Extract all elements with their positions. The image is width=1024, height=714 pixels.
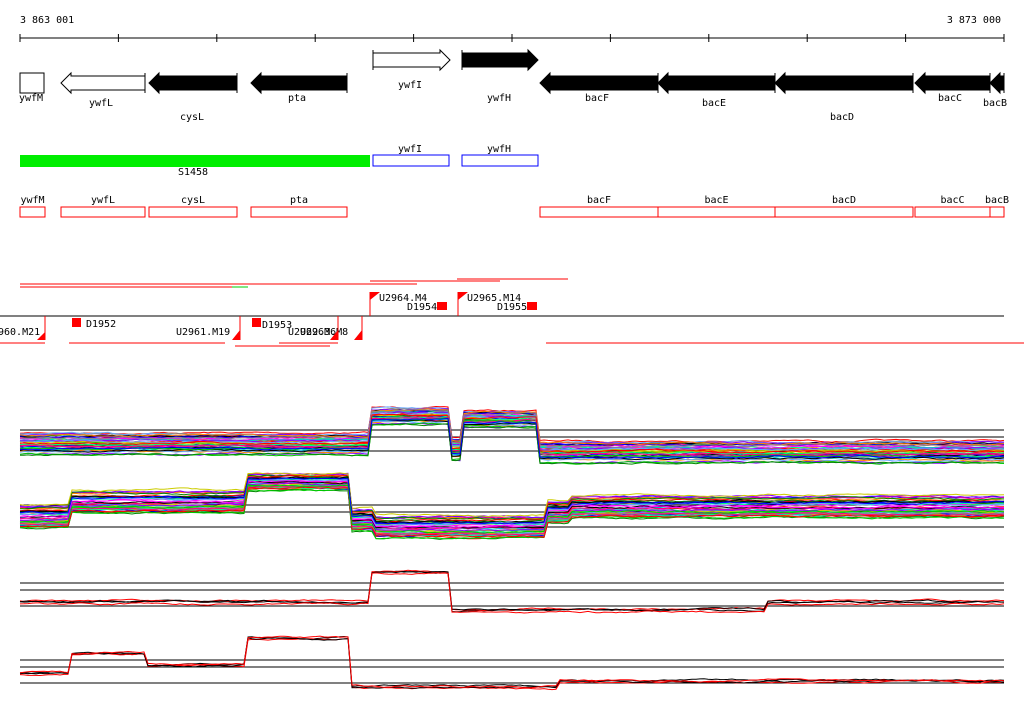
red-box-label: bacD: [832, 195, 856, 206]
expression-line: [19, 572, 1005, 614]
expression-plot-3: [19, 569, 1005, 614]
red-box-cysL[interactable]: [148, 206, 238, 218]
gene-label: ywfH: [487, 93, 511, 104]
feature-marker[interactable]: [527, 302, 537, 310]
gene-bacF-arrow[interactable]: [539, 71, 659, 95]
segment-blue-label: ywfH: [487, 144, 511, 155]
gene-bacD-arrow[interactable]: [774, 71, 914, 95]
red-box-bacF[interactable]: [539, 206, 659, 218]
gene-label: ywfL: [89, 98, 113, 109]
red-box-track: ywfM ywfL cysL pta bacF bacE bacD bacC bacB: [19, 195, 1009, 218]
red-box-ywfL[interactable]: [60, 206, 146, 218]
gene-label: ywfM: [19, 93, 43, 104]
segment-blue-box[interactable]: [461, 154, 539, 167]
feature-label: D1955: [497, 302, 527, 313]
gene-bacE-arrow[interactable]: [657, 71, 776, 95]
segment-blue-label: ywfI: [398, 144, 422, 155]
feature-label: 960.M21: [0, 327, 40, 338]
expression-plot-4: [19, 635, 1005, 691]
genome-browser-canvas[interactable]: 3 863 001 3 873 000 ywfM ywfLcysLptaywfIy…: [0, 0, 1024, 714]
gene-bacC-arrow[interactable]: [914, 71, 991, 95]
gene-pta-arrow[interactable]: [250, 71, 348, 95]
gene-ywfM[interactable]: [19, 72, 45, 94]
red-box-label: bacC: [940, 195, 964, 206]
red-box-bacE[interactable]: [657, 206, 776, 218]
red-box-label: cysL: [181, 195, 205, 206]
expression-line: [19, 635, 1005, 689]
gene-ywfL-arrow[interactable]: [60, 71, 146, 95]
red-box-bacC[interactable]: [914, 206, 991, 218]
gene-label: ywfI: [398, 80, 422, 91]
red-box-bacB[interactable]: [989, 206, 1005, 218]
feature-label: D1954: [407, 302, 437, 313]
expression-plot-2: [19, 472, 1005, 540]
red-box-ywfM[interactable]: [19, 206, 46, 218]
red-box-label: bacF: [587, 195, 611, 206]
gene-cysL-arrow[interactable]: [148, 71, 238, 95]
gene-track: ywfM ywfL cysL pta ywfI ywfH bacF bacE bacD bacC b…: [19, 48, 1007, 123]
feature-track: U2964.M4 D1954 U2965.M14 D1955 960.M21 D…: [0, 278, 1024, 347]
gene-ywfH-arrow[interactable]: [461, 48, 539, 72]
feature-label: U2961.M19: [176, 327, 230, 338]
gene-label: bacD: [830, 112, 854, 123]
segment-green-label: S1458: [178, 167, 208, 178]
red-box-label: pta: [290, 195, 308, 206]
gene-ywfI-arrow[interactable]: [372, 48, 451, 72]
genome-browser: 3 863 001 3 873 000 ywfM ywfL cysL pta ywfI y…: [0, 0, 1024, 714]
red-box-label: bacB: [985, 195, 1009, 206]
feature-marker[interactable]: [437, 302, 447, 310]
segment-green-bar[interactable]: [20, 155, 370, 167]
red-box-pta[interactable]: [250, 206, 348, 218]
feature-label: D1952: [86, 319, 116, 330]
red-box-label: ywfM: [20, 195, 44, 206]
red-box-label: ywfL: [91, 195, 115, 206]
expression-plots: [19, 405, 1005, 691]
red-box-label: bacE: [704, 195, 728, 206]
feature-label: U2963.M8: [300, 327, 348, 338]
gene-label: pta: [288, 93, 306, 104]
ruler-end: 3 873 000: [947, 15, 1001, 26]
gene-label: cysL: [180, 112, 204, 123]
feature-marker[interactable]: [252, 318, 261, 327]
gene-label: bacB: [983, 98, 1007, 109]
expression-line: [19, 635, 1005, 689]
expression-plot-1: [19, 405, 1005, 465]
gene-label: bacE: [702, 98, 726, 109]
feature-marker[interactable]: [72, 318, 81, 327]
gene-bacB-arrow[interactable]: [989, 71, 1005, 95]
segment-blue-box[interactable]: [372, 154, 450, 167]
red-box-bacD[interactable]: [774, 206, 914, 218]
gene-label: bacC: [938, 93, 962, 104]
ruler-start: 3 863 001: [20, 15, 74, 26]
gene-label: bacF: [585, 93, 609, 104]
